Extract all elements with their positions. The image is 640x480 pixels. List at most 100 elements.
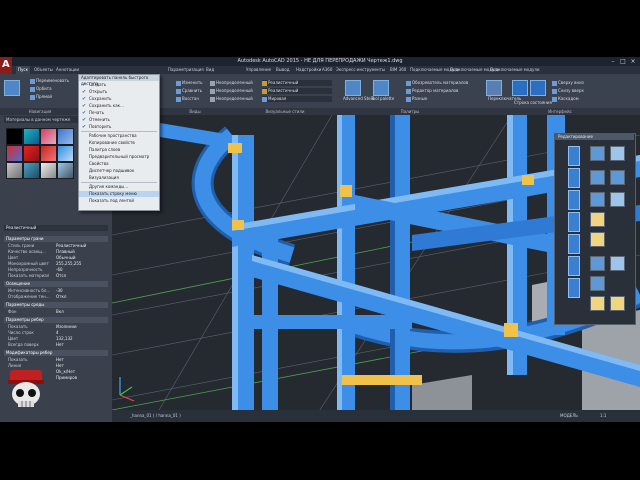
material-swatch[interactable] [40, 162, 57, 179]
maximize-button[interactable]: □ [618, 57, 628, 66]
tab-output[interactable]: Вывод [274, 66, 291, 74]
menu-item[interactable]: Визуализация [79, 175, 159, 181]
close-button[interactable]: × [628, 57, 638, 66]
visual-style-dropdown-2[interactable]: Реалистичный [262, 88, 332, 94]
ribbon-item-compare[interactable]: Сравнить [176, 88, 202, 94]
menu-item[interactable]: Копирование свойств [79, 140, 159, 146]
ribbon-item-straight[interactable]: Прямой [30, 94, 52, 100]
tab-view[interactable]: Вид [204, 66, 216, 74]
material-swatch[interactable] [6, 162, 23, 179]
menu-item[interactable]: ✔ Сохранить как... [79, 103, 159, 109]
tool-palette-button[interactable] [373, 80, 389, 96]
steering-wheel-button[interactable] [4, 80, 20, 96]
material-swatch[interactable] [6, 128, 23, 145]
miter-tool-icon[interactable] [610, 192, 625, 207]
tab-bim360[interactable]: BIM 360 [388, 66, 408, 74]
tool-palette-tab[interactable] [568, 256, 580, 276]
tool-palette-tab[interactable] [568, 168, 580, 188]
menu-item[interactable]: ✔ Создать [79, 82, 159, 88]
annotation-scale[interactable]: 1:1 [600, 410, 606, 422]
tab-parametric[interactable]: Параметризация [166, 66, 206, 74]
ribbon-item-materials-editor[interactable]: Редактор материалов [406, 88, 458, 94]
tab-addins[interactable]: Надстройки [294, 66, 323, 74]
ribbon-item-misc[interactable]: Разные [406, 96, 427, 102]
file-tabs-button[interactable] [512, 80, 528, 96]
tab-home[interactable]: Пуск [16, 66, 30, 74]
tool-palette-tab[interactable] [568, 212, 580, 232]
ribbon-item-edit[interactable]: Изменить [176, 80, 203, 86]
grid-tool-icon[interactable] [590, 276, 605, 291]
material-swatch[interactable] [23, 145, 40, 162]
tab-annotations[interactable]: Аннотации [54, 66, 81, 74]
material-swatch[interactable] [40, 128, 57, 145]
ribbon-item-tile-horizontal[interactable]: Сверху вниз [552, 80, 584, 86]
menu-item[interactable]: ✔ Отменить [79, 117, 159, 123]
menu-item[interactable]: ✔ Печать [79, 110, 159, 116]
profile-tool-icon[interactable] [610, 146, 625, 161]
menu-item[interactable]: Свойства [79, 161, 159, 167]
bracing-tool-icon[interactable] [590, 256, 605, 271]
prop-row[interactable]: Фон Вкл [4, 309, 108, 315]
curved-beam-tool-icon[interactable] [590, 192, 605, 207]
section-lighting[interactable]: Освещение [4, 281, 108, 287]
material-swatch[interactable] [6, 145, 23, 162]
ribbon-item-undefined-1[interactable]: Неопределенный [210, 80, 253, 86]
menu-item[interactable]: Показать строку меню [79, 191, 159, 197]
menu-item[interactable]: ✔ Открыть [79, 89, 159, 95]
bolt-tool-icon[interactable] [590, 296, 605, 311]
minimize-button[interactable]: – [608, 57, 618, 66]
column-tool-icon[interactable] [590, 170, 605, 185]
tool-palette-header[interactable]: Редактирование [554, 133, 634, 140]
ribbon-item-materials-browser[interactable]: Обозреватель материалов [406, 80, 468, 86]
model-space-toggle[interactable]: МОДЕЛЬ [560, 410, 578, 422]
advance-steel-button[interactable] [345, 80, 361, 96]
ribbon-item-cascade[interactable]: Каскадом [552, 96, 579, 102]
switch-windows-button[interactable] [486, 80, 502, 96]
tab-express-tools[interactable]: Экспресс-инструменты [334, 66, 387, 74]
beam-tool-icon[interactable] [590, 146, 605, 161]
menu-item[interactable]: ✔ Повторить [79, 124, 159, 130]
menu-item[interactable]: Другие команды... [79, 184, 159, 190]
section-environment[interactable]: Параметры среды [4, 302, 108, 308]
tab-a360[interactable]: A360 [320, 66, 334, 74]
material-swatch[interactable] [23, 128, 40, 145]
menu-item[interactable]: Предварительный просмотр [79, 154, 159, 160]
material-swatch[interactable] [23, 162, 40, 179]
connection-tool-icon[interactable] [590, 232, 605, 247]
visual-style-dropdown[interactable]: Реалистичный [262, 80, 332, 86]
material-swatch[interactable] [40, 145, 57, 162]
plate-tool-icon[interactable] [590, 212, 605, 227]
ribbon-item-undefined-2[interactable]: Неопределенный [210, 88, 253, 94]
menu-item[interactable]: Палитра слоев [79, 147, 159, 153]
menu-item[interactable]: Показать под лентой [79, 198, 159, 204]
prop-row[interactable]: Отображение тен... Откл [4, 294, 108, 300]
ribbon-item-orbit[interactable]: Орбита [30, 86, 52, 92]
material-swatch[interactable] [57, 128, 74, 145]
menu-item[interactable]: Рабочие пространства [79, 133, 159, 139]
tool-palette-tab[interactable] [568, 190, 580, 210]
material-swatch[interactable] [57, 145, 74, 162]
section-edge-modifiers[interactable]: Модификаторы ребер [4, 350, 108, 356]
joint-tool-icon[interactable] [610, 256, 625, 271]
ribbon-item-tile-vertical[interactable]: Снизу вверх [552, 88, 584, 94]
menu-item[interactable]: Диспетчер подшивок [79, 168, 159, 174]
tool-palette-tab[interactable] [568, 234, 580, 254]
ucs-dropdown[interactable]: Мировая [262, 96, 332, 102]
section-face-settings[interactable]: Параметры грани [4, 236, 108, 242]
tool-palette-tab[interactable] [568, 146, 580, 166]
tab-plugins-3[interactable]: Подключаемые модули [488, 66, 542, 74]
menu-item[interactable]: ✔ Сохранить [79, 96, 159, 102]
weld-tool-icon[interactable] [610, 296, 625, 311]
prop-row[interactable]: Показать материал Отсл [4, 273, 108, 279]
material-swatch[interactable] [57, 162, 74, 179]
ribbon-item-restore[interactable]: Восстан [176, 96, 199, 102]
layout-tabs-button[interactable] [530, 80, 546, 96]
prop-row[interactable]: Всегда поверх Нет [4, 342, 108, 348]
tab-objects[interactable]: Объекты [32, 66, 55, 74]
section-edge-settings[interactable]: Параметры ребер [4, 317, 108, 323]
tool-palette-tab[interactable] [568, 278, 580, 298]
ribbon-item-undefined-3[interactable]: Неопределенный [210, 96, 253, 102]
tab-manage[interactable]: Управление [244, 66, 273, 74]
rotate-tool-icon[interactable] [610, 170, 625, 185]
ribbon-item-rename[interactable]: Переименовать [30, 78, 69, 84]
